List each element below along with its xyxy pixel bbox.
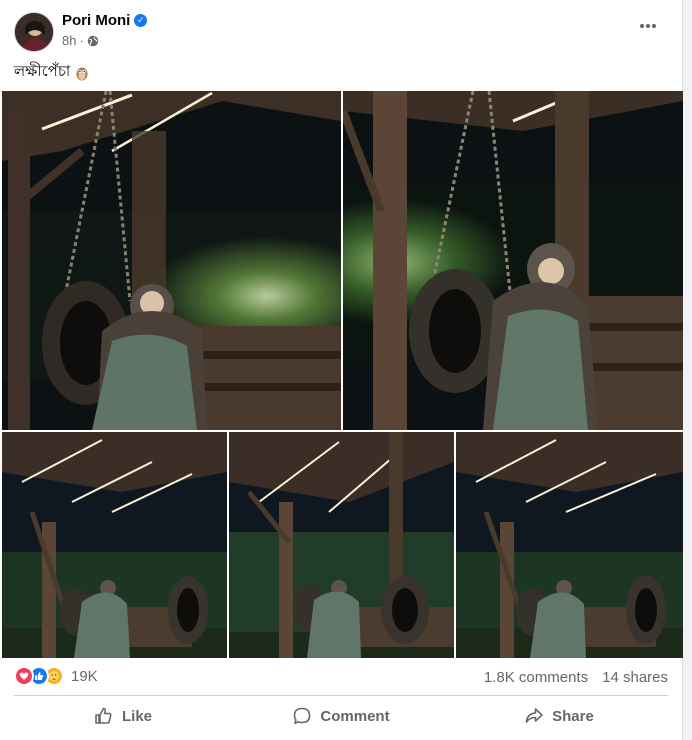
like-button[interactable]: Like <box>14 699 232 733</box>
author-name-text[interactable]: Pori Moni <box>62 12 130 29</box>
share-label: Share <box>552 707 594 725</box>
reaction-count[interactable]: 19K <box>71 668 98 685</box>
comment-button[interactable]: Comment <box>232 699 450 733</box>
share-button[interactable]: Share <box>450 699 668 733</box>
photo-grid <box>2 91 683 659</box>
post-actions: Like Comment Share <box>14 699 668 733</box>
post-card: Pori Moni ✓ 8h · লক্ষীপেঁচা 19K 1.8K com… <box>0 0 683 740</box>
love-icon <box>14 666 34 686</box>
meta-separator: · <box>79 33 84 48</box>
post-time[interactable]: 8h <box>62 33 76 48</box>
photo-3[interactable] <box>2 432 227 658</box>
verified-badge-icon: ✓ <box>134 14 148 27</box>
share-icon <box>525 708 543 723</box>
photo-4[interactable] <box>229 432 454 658</box>
comments-count[interactable]: 1.8K comments <box>484 669 588 686</box>
comment-icon <box>294 707 311 724</box>
owl-icon <box>76 67 88 80</box>
photo-2[interactable] <box>343 91 683 430</box>
globe-icon[interactable] <box>87 35 99 47</box>
caption-text: লক্ষীপেঁচা <box>14 62 71 80</box>
reactions-summary[interactable]: 19K <box>14 666 98 686</box>
author-name[interactable]: Pori Moni ✓ <box>62 12 148 29</box>
thumbs-up-icon <box>95 707 112 724</box>
comment-label: Comment <box>320 707 390 725</box>
post-meta: 8h · <box>62 33 99 48</box>
more-options-icon[interactable] <box>636 14 660 38</box>
avatar[interactable] <box>14 12 54 52</box>
divider <box>14 695 668 696</box>
shares-count[interactable]: 14 shares <box>602 669 668 686</box>
post-stats: 1.8K comments 14 shares <box>484 669 668 686</box>
photo-5[interactable] <box>456 432 683 658</box>
post-caption: লক্ষীপেঁচা <box>14 60 90 85</box>
like-label: Like <box>121 707 152 725</box>
photo-1[interactable] <box>2 91 341 430</box>
